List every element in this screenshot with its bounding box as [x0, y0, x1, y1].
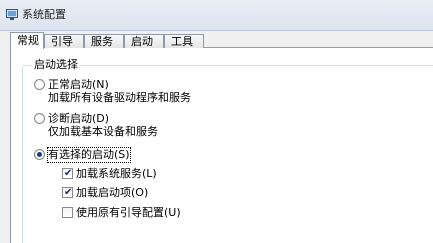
tab-boot[interactable]: 引导: [44, 34, 84, 48]
tab-label: 工具: [171, 35, 193, 48]
tab-label: 常规: [17, 34, 39, 47]
tab-tools[interactable]: 工具: [164, 34, 204, 48]
normal-startup-label[interactable]: 正常启动(N): [48, 78, 109, 92]
tab-general[interactable]: 常规: [10, 32, 44, 49]
checkbox-unchecked[interactable]: [62, 207, 73, 218]
radio-button[interactable]: [34, 79, 45, 90]
tab-label: 服务: [91, 35, 113, 48]
use-original-boot-config-label[interactable]: 使用原有引导配置(U): [76, 206, 181, 220]
checkbox-checked[interactable]: ✔: [62, 187, 73, 198]
load-startup-items-label[interactable]: 加载启动项(O): [76, 186, 148, 200]
radio-button[interactable]: [34, 113, 45, 124]
window-title: 系统配置: [22, 8, 66, 21]
load-system-services-label[interactable]: 加载系统服务(L): [76, 167, 157, 181]
system-config-window: 系统配置 常规 引导 服务 启动 工具 启动选择 正常启动(N) 加载所有设备驱…: [0, 0, 433, 243]
startup-selection-label: 启动选择: [32, 58, 80, 71]
tab-label: 启动: [131, 35, 153, 48]
checkmark-icon: ✔: [64, 187, 73, 198]
normal-startup-description: 加载所有设备驱动程序和服务: [48, 91, 191, 104]
title-bar[interactable]: 系统配置: [0, 0, 433, 31]
tab-startup[interactable]: 启动: [124, 34, 164, 48]
checkbox-checked[interactable]: ✔: [62, 168, 73, 179]
checkmark-icon: ✔: [64, 168, 73, 179]
diagnostic-startup-description: 仅加载基本设备和服务: [48, 125, 158, 138]
diagnostic-startup-label[interactable]: 诊断启动(D): [48, 112, 109, 126]
selective-startup-label[interactable]: 有选择的启动(S): [47, 147, 131, 163]
msconfig-app-icon: [6, 9, 18, 20]
tab-services[interactable]: 服务: [84, 34, 124, 48]
radio-button-selected[interactable]: [34, 149, 45, 160]
tab-label: 引导: [51, 35, 73, 48]
